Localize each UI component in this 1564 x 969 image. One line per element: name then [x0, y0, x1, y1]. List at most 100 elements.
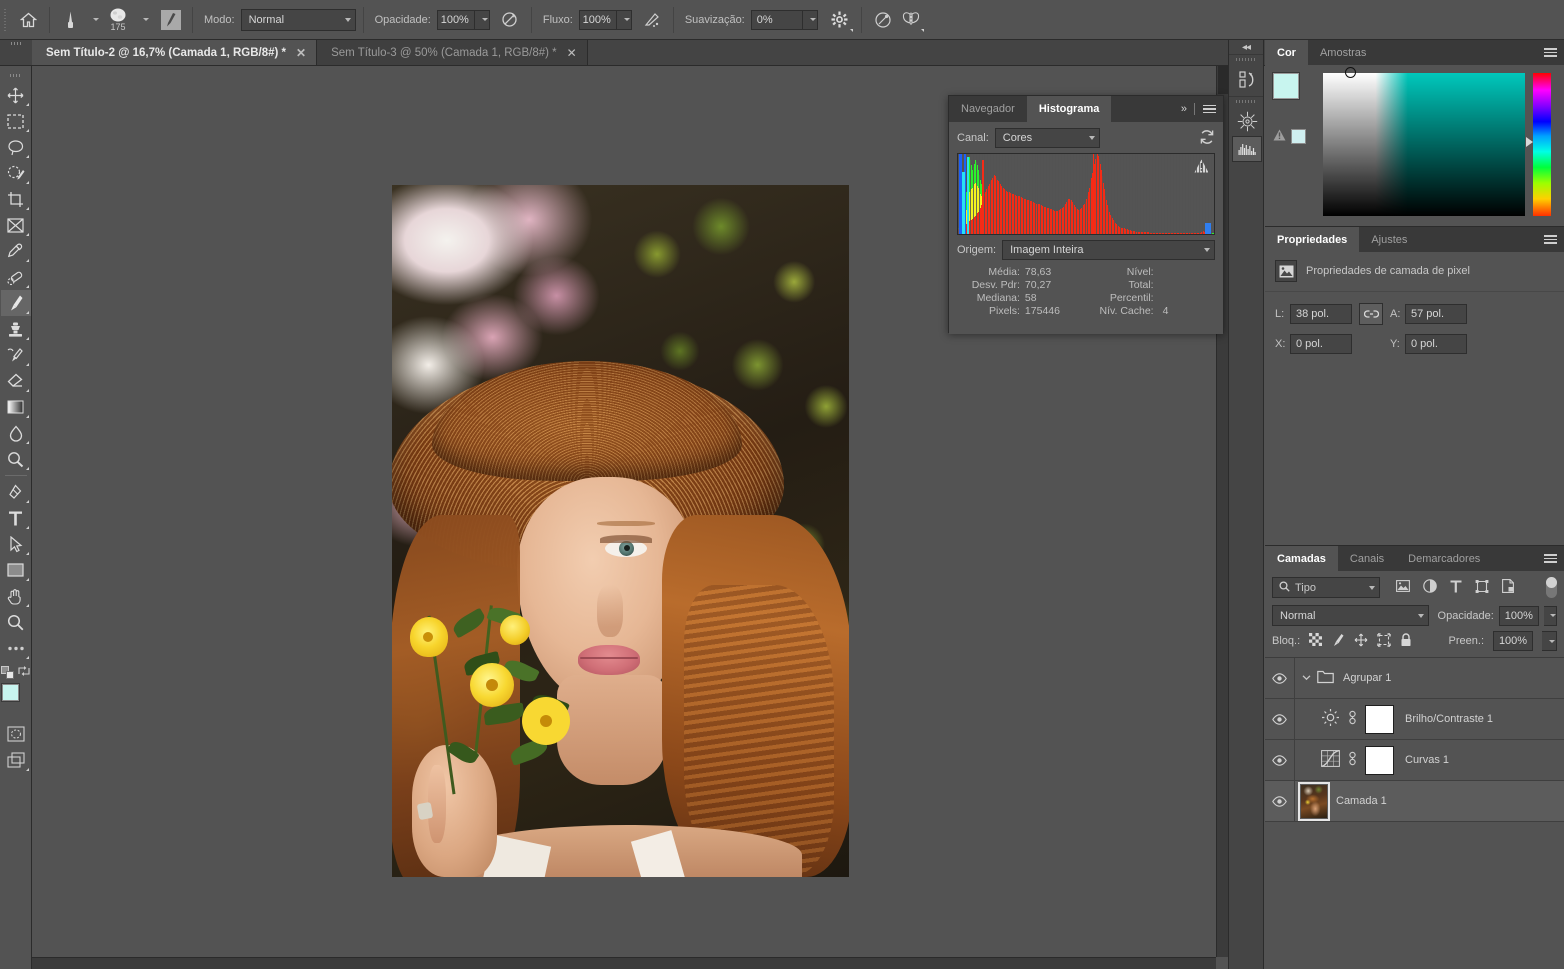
hand-tool[interactable]	[1, 583, 31, 609]
foreground-color-swatch[interactable]	[1272, 72, 1300, 100]
layer-name[interactable]: Curvas 1	[1405, 754, 1449, 766]
mask-link-icon[interactable]	[1348, 710, 1357, 728]
quick-mask-icon[interactable]	[1, 721, 31, 747]
gear-icon[interactable]	[826, 7, 854, 33]
height-input[interactable]: 57 pol.	[1405, 304, 1467, 324]
default-colors-icon[interactable]	[1, 666, 14, 679]
home-icon[interactable]	[14, 7, 42, 33]
panel-menu-icon[interactable]	[1544, 554, 1557, 563]
source-select[interactable]: Imagem Inteira	[1002, 240, 1215, 260]
tools-panel-grip[interactable]	[1, 68, 31, 82]
gradient-tool[interactable]	[1, 394, 31, 420]
panel-menu-icon[interactable]	[1544, 48, 1557, 57]
lock-transparency-icon[interactable]	[1309, 633, 1323, 649]
channel-select[interactable]: Cores	[994, 128, 1100, 148]
shape-filter-icon[interactable]	[1475, 579, 1489, 596]
rectangle-tool[interactable]	[1, 557, 31, 583]
screen-mode-icon[interactable]	[1, 747, 31, 773]
tab-bar-grip[interactable]	[0, 40, 32, 65]
layer-name[interactable]: Agrupar 1	[1343, 672, 1391, 684]
tab-cor[interactable]: Cor	[1265, 40, 1308, 65]
table-row[interactable]: Camada 1	[1265, 781, 1564, 822]
eye-icon[interactable]	[1265, 699, 1295, 739]
link-chain-icon[interactable]	[1359, 303, 1383, 325]
flow-stepper[interactable]	[616, 9, 632, 30]
layer-name[interactable]: Brilho/Contraste 1	[1405, 713, 1493, 725]
smoothing-input[interactable]: 0%	[750, 9, 803, 30]
y-input[interactable]: 0 pol.	[1405, 334, 1467, 354]
color-swatches[interactable]	[0, 683, 31, 717]
panel-menu-icon[interactable]	[1544, 235, 1557, 244]
web-safe-color-swatch[interactable]	[1291, 129, 1306, 144]
width-input[interactable]: 38 pol.	[1290, 304, 1352, 324]
libraries-icon[interactable]	[1229, 64, 1265, 94]
brush-angle-icon[interactable]	[869, 7, 897, 33]
panel-menu-icon[interactable]	[1203, 104, 1216, 114]
color-picker-handle[interactable]	[1345, 67, 1356, 78]
lock-artboard-icon[interactable]	[1377, 632, 1391, 650]
close-icon[interactable]: ✕	[296, 47, 306, 59]
type-tool[interactable]	[1, 505, 31, 531]
crop-tool[interactable]	[1, 186, 31, 212]
rail-group-grip[interactable]	[1229, 55, 1263, 64]
brush-settings-icon[interactable]	[157, 7, 185, 33]
hue-slider-handle[interactable]	[1526, 137, 1533, 147]
object-selection-tool[interactable]	[1, 160, 31, 186]
layer-blend-mode-select[interactable]: Normal	[1272, 605, 1429, 626]
lasso-tool[interactable]	[1, 134, 31, 160]
layer-name[interactable]: Camada 1	[1336, 795, 1387, 807]
eyedropper-tool[interactable]	[1, 238, 31, 264]
eye-icon[interactable]	[1265, 781, 1295, 821]
brush-preset-icon[interactable]	[57, 7, 85, 33]
double-chevron-left-icon[interactable]: ◂◂	[1229, 40, 1263, 54]
gamut-warning-icon[interactable]	[1273, 129, 1286, 144]
tab-ajustes[interactable]: Ajustes	[1359, 227, 1419, 252]
symmetry-butterfly-icon[interactable]	[897, 7, 925, 33]
pressure-opacity-icon[interactable]	[496, 7, 524, 33]
type-filter-icon[interactable]	[1450, 580, 1462, 596]
blur-tool[interactable]	[1, 420, 31, 446]
airbrush-icon[interactable]	[638, 7, 666, 33]
layer-opacity-stepper[interactable]	[1543, 605, 1557, 626]
move-tool[interactable]	[1, 82, 31, 108]
brush-preset-dropdown-chevron[interactable]	[135, 7, 151, 33]
smart-object-filter-icon[interactable]	[1502, 579, 1514, 596]
frame-tool[interactable]	[1, 212, 31, 238]
refresh-icon[interactable]	[1199, 129, 1215, 148]
color-wheel-icon[interactable]	[1229, 106, 1265, 136]
image-thumbnail[interactable]	[1298, 781, 1330, 821]
collapse-panel-icon[interactable]: »	[1181, 103, 1187, 115]
scrollbar-thumb[interactable]	[1218, 66, 1228, 94]
blend-mode-select[interactable]: Normal	[240, 8, 356, 31]
document-tab-0[interactable]: Sem Título-2 @ 16,7% (Camada 1, RGB/8#) …	[32, 40, 318, 65]
tab-camadas[interactable]: Camadas	[1265, 546, 1338, 571]
opacity-input[interactable]: 100%	[436, 9, 475, 30]
clone-stamp-tool[interactable]	[1, 316, 31, 342]
layer-fill-input[interactable]: 100%	[1493, 631, 1533, 651]
path-selection-tool[interactable]	[1, 531, 31, 557]
layer-mask-thumbnail[interactable]	[1365, 745, 1394, 775]
eye-icon[interactable]	[1265, 740, 1295, 780]
pixel-filter-icon[interactable]	[1396, 580, 1410, 595]
histogram-chart[interactable]	[957, 153, 1215, 235]
rectangular-marquee-tool[interactable]	[1, 108, 31, 134]
x-input[interactable]: 0 pol.	[1290, 334, 1352, 354]
tab-histograma[interactable]: Histograma	[1026, 96, 1112, 122]
swap-colors-icon[interactable]	[18, 665, 30, 680]
options-bar-grip[interactable]	[0, 0, 10, 40]
tab-demarcadores[interactable]: Demarcadores	[1396, 546, 1492, 571]
brush-preset-chevron-icon[interactable]	[85, 7, 101, 33]
tab-amostras[interactable]: Amostras	[1308, 40, 1378, 65]
histogram-icon[interactable]	[1232, 136, 1262, 162]
mask-link-icon[interactable]	[1348, 751, 1357, 769]
smoothing-stepper[interactable]	[802, 9, 818, 30]
layer-filter-select[interactable]: Tipo	[1272, 577, 1380, 598]
opacity-stepper[interactable]	[474, 9, 490, 30]
lock-image-icon[interactable]	[1331, 633, 1345, 650]
lock-all-icon[interactable]	[1400, 632, 1412, 650]
healing-brush-tool[interactable]	[1, 264, 31, 290]
tab-canais[interactable]: Canais	[1338, 546, 1396, 571]
brush-tool[interactable]	[0, 290, 31, 316]
canvas-horizontal-scrollbar[interactable]	[32, 957, 1216, 969]
brush-size-preview[interactable]: 175	[101, 8, 135, 32]
